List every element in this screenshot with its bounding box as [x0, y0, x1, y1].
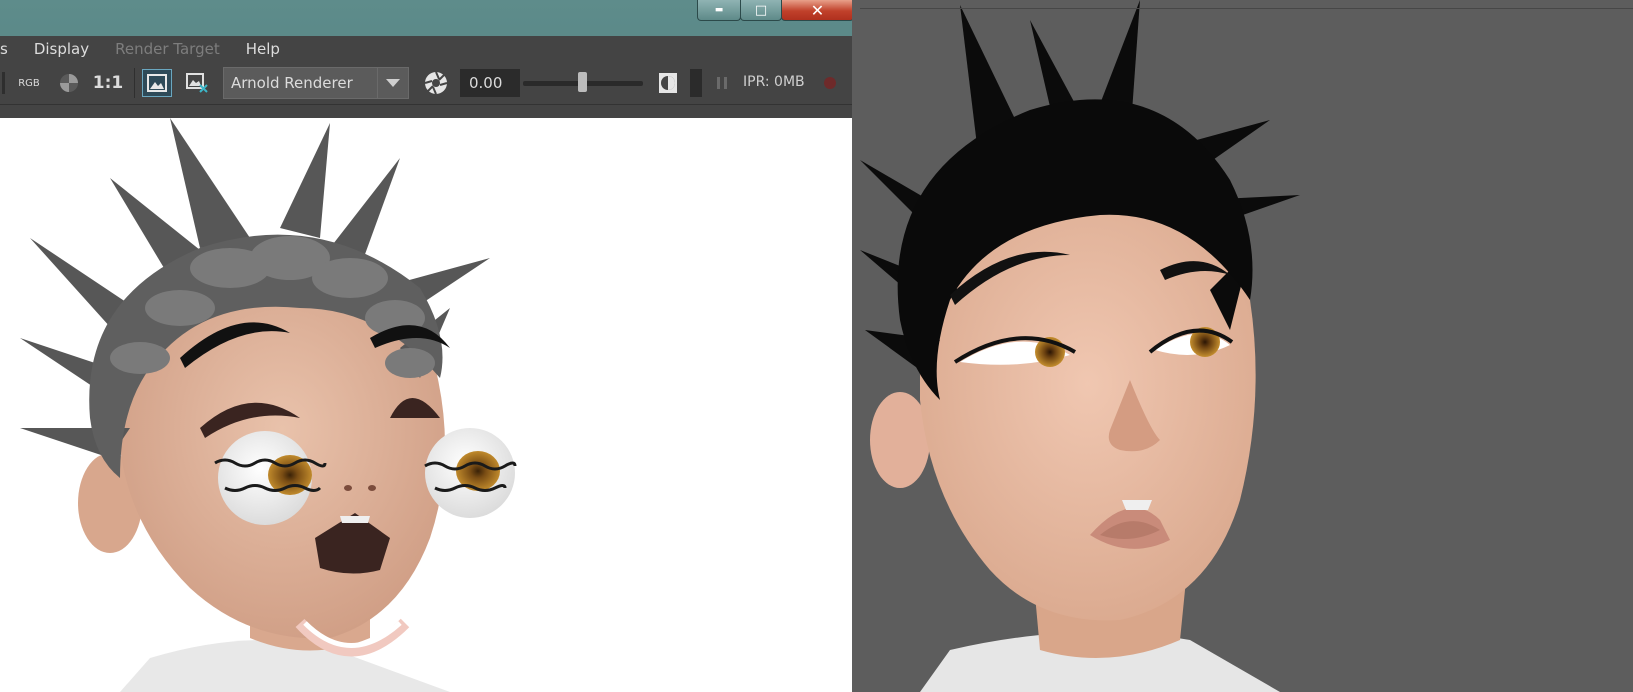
gamma-input[interactable]	[690, 69, 702, 97]
minimize-button[interactable]: ▬	[697, 0, 741, 21]
renderer-selected-value: Arnold Renderer	[231, 74, 353, 92]
close-icon: ✕	[810, 0, 825, 20]
render-view-panel: s Display Render Target Help RGB 1:1 Arn…	[0, 36, 852, 692]
renderer-dropdown[interactable]: Arnold Renderer	[223, 67, 409, 99]
render-image-area[interactable]	[0, 118, 852, 692]
image-icon	[147, 74, 167, 92]
toolbar-handle[interactable]	[0, 69, 8, 97]
ratio-button[interactable]: 1:1	[92, 69, 124, 97]
close-button[interactable]: ✕	[781, 0, 852, 21]
toolbar-separator	[134, 68, 135, 98]
exposure-input[interactable]: 0.00	[460, 69, 520, 97]
menu-item-render-target: Render Target	[115, 40, 220, 58]
remove-image-icon	[186, 73, 208, 93]
channel-button[interactable]: RGB	[14, 69, 44, 97]
exposure-button[interactable]	[421, 69, 451, 97]
scene-viewport[interactable]	[860, 0, 1633, 692]
menu-item-display[interactable]: Display	[34, 40, 89, 58]
snapshot-view-button[interactable]	[142, 69, 172, 97]
exposure-slider-handle[interactable]	[578, 72, 587, 92]
render-view-window: ▬ □ ✕ s Display Render Target Help RGB 1…	[0, 0, 852, 692]
pause-icon	[717, 77, 727, 89]
maximize-icon: □	[754, 2, 768, 18]
minimize-icon: ▬	[714, 5, 724, 15]
gamma-button[interactable]	[654, 69, 682, 97]
viewport-divider	[860, 8, 1633, 9]
ratio-label: 1:1	[92, 73, 124, 93]
remove-image-button[interactable]	[182, 69, 212, 97]
record-icon	[824, 77, 836, 89]
menu-item-truncated[interactable]: s	[0, 40, 8, 58]
toolbar-grip-icon	[2, 72, 5, 94]
menu-item-help[interactable]: Help	[246, 40, 280, 58]
checker-icon	[60, 74, 78, 92]
gamma-icon	[659, 73, 677, 93]
render-toolbar: RGB 1:1 Arnold Renderer 0.00 IPR: 0MB	[0, 62, 852, 105]
viewport-character-image	[860, 0, 1300, 692]
ipr-status: IPR: 0MB	[743, 74, 805, 90]
stop-render-button[interactable]	[820, 69, 840, 97]
pause-button[interactable]	[712, 69, 732, 97]
window-titlebar[interactable]: ▬ □ ✕	[0, 0, 852, 24]
exposure-value: 0.00	[469, 74, 503, 92]
chevron-down-icon	[377, 68, 408, 98]
rendered-character-image	[20, 118, 517, 692]
checker-button[interactable]	[56, 69, 82, 97]
menu-bar: s Display Render Target Help	[0, 36, 852, 62]
aperture-icon	[424, 71, 448, 95]
channel-label: RGB	[18, 77, 40, 89]
maximize-button[interactable]: □	[740, 0, 782, 21]
